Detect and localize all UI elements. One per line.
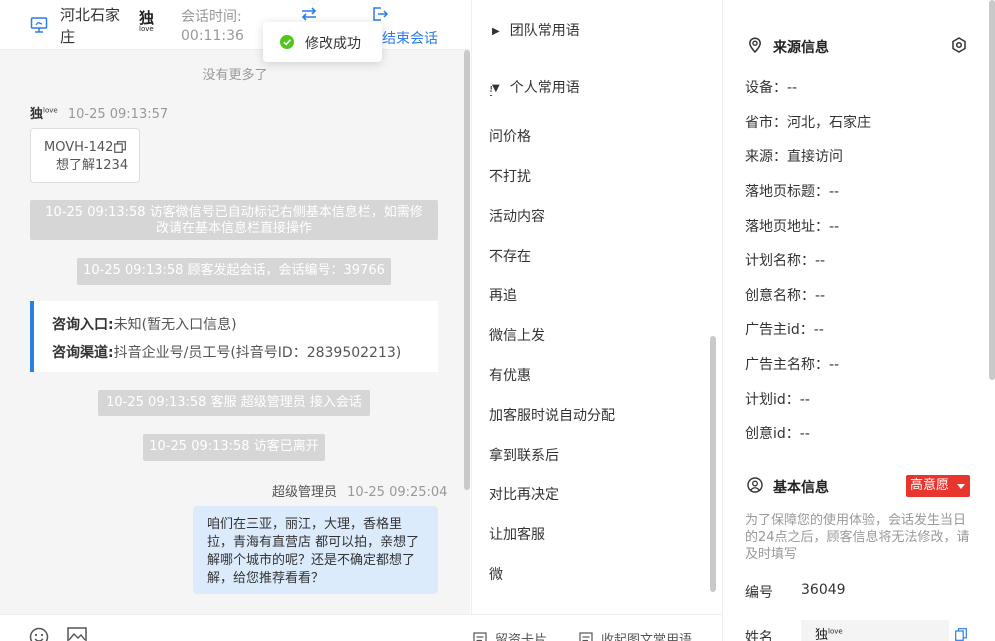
source-field-landing-url: 落地页地址：-- <box>745 219 840 235</box>
card-line-1: MOVH-142 <box>44 140 114 155</box>
session-time-value: 00:11:36 <box>181 28 244 44</box>
location-pin-icon <box>749 37 761 53</box>
phrase-item[interactable]: 对比再决定 <box>489 484 559 504</box>
transfer-icon[interactable] <box>300 6 318 22</box>
phrases-panel: ▶团队常用语 要电话 ▼个人常用语 问价格 不打扰 活动内容 不存在 再追 微信… <box>471 0 722 614</box>
phrase-item[interactable]: 拿到联系后 <box>489 445 559 465</box>
card-line-2: 想了解1234 <box>56 158 129 173</box>
lead-card-button[interactable]: 留资卡片 <box>473 629 547 641</box>
source-field-landing-title: 落地页标题：-- <box>745 184 840 200</box>
consult-entry-value: 未知(暂无入口信息) <box>113 317 237 333</box>
consult-channel-row: 咨询渠道:抖音企业号/员工号(抖音号ID：2839502213) <box>52 342 401 362</box>
intent-badge[interactable]: 高意愿 <box>906 475 970 497</box>
copy-icon[interactable] <box>114 141 126 153</box>
chat-header: 河北石家庄 独 love 会话时间: 00:11:36 结束会话 <box>0 0 470 50</box>
source-field-plan-name: 计划名称：-- <box>745 253 826 269</box>
image-icon[interactable] <box>67 627 87 641</box>
name-value-text: 独 <box>815 628 829 641</box>
consult-entry-label: 咨询入口: <box>52 317 114 333</box>
consult-channel-value: 抖音企业号/员工号(抖音号ID：2839502213) <box>113 345 402 361</box>
phrase-item[interactable]: 让加客服 <box>489 524 545 544</box>
edit-notice: 为了保障您的使用体验，会话发生当日的24点之后，顾客信息将无法修改，请及时填写 <box>745 513 970 562</box>
check-circle-icon <box>280 35 294 49</box>
source-field-source: 来源：直接访问 <box>745 149 843 165</box>
visitor-location: 河北石家庄 <box>60 6 121 46</box>
personal-phrases-label: 个人常用语 <box>509 80 580 96</box>
list-icon <box>579 632 593 641</box>
source-field-creative-id: 创意id：-- <box>745 426 810 442</box>
system-message: 10-25 09:13:58 客服 超级管理员 接入会话 <box>98 390 370 416</box>
toast-text: 修改成功 <box>305 36 361 52</box>
phrase-item[interactable]: 微信上发 <box>489 325 545 345</box>
phrase-item[interactable]: 再追 <box>489 285 517 305</box>
id-value: 36049 <box>801 582 846 598</box>
phrase-item[interactable]: 不打扰 <box>489 166 531 186</box>
caret-down-icon: ▼ <box>492 83 500 94</box>
collapse-phrases-button[interactable]: 收起图文常用语 <box>579 629 692 641</box>
chat-workspace: 河北石家庄 独 love 会话时间: 00:11:36 结束会话 修改成功 没有… <box>0 0 995 641</box>
copy-icon[interactable] <box>955 628 967 641</box>
name-label: 姓名 <box>745 630 773 641</box>
chat-toolbar: 留资卡片 收起图文常用语 <box>0 614 722 641</box>
system-message: 10-25 09:13:58 顾客发起会话，会话编号：39766 <box>77 258 391 285</box>
phrase-item[interactable]: 微 <box>489 564 503 584</box>
emoji-icon[interactable] <box>29 627 49 641</box>
phrase-item[interactable]: 活动内容 <box>489 206 545 226</box>
name-value-sup: love <box>828 627 843 636</box>
settings-icon[interactable] <box>951 37 967 53</box>
source-field-plan-id: 计划id：-- <box>745 392 810 408</box>
source-field-advertiser-name: 广告主名称：-- <box>745 357 840 373</box>
system-message: 10-25 09:13:58 访客微信号已自动标记右侧基本信息栏，如需修改请在基… <box>30 200 438 240</box>
phrase-item[interactable]: 有优惠 <box>489 365 531 385</box>
end-session-button[interactable]: 结束会话 <box>382 28 438 48</box>
agent-message-sender: 超级管理员 10-25 09:25:04 <box>272 481 447 500</box>
visitor-name-sup: love <box>139 25 154 33</box>
phrase-item[interactable]: 加客服时说自动分配 <box>489 405 615 425</box>
agent-message-time: 10-25 09:25:04 <box>347 485 448 500</box>
basic-info-title: 基本信息 <box>773 480 829 496</box>
source-info-title: 来源信息 <box>773 40 829 56</box>
caret-right-icon: ▶ <box>492 26 500 37</box>
visitor-sender-sup: love <box>43 106 58 115</box>
source-field-advertiser-id: 广告主id：-- <box>745 322 824 338</box>
monitor-icon <box>30 17 48 33</box>
card-icon <box>473 632 487 641</box>
consult-channel-label: 咨询渠道: <box>52 345 114 361</box>
id-label: 编号 <box>745 585 773 601</box>
visitor-name: 独 love <box>139 10 154 33</box>
source-field-region: 省市：河北，石家庄 <box>745 115 871 131</box>
product-card[interactable]: MOVH-142 想了解1234 <box>30 128 140 183</box>
collapse-phrases-label: 收起图文常用语 <box>601 633 693 641</box>
success-toast: 修改成功 <box>263 22 382 62</box>
visitor-message-time: 10-25 09:13:57 <box>67 107 169 122</box>
exit-icon[interactable] <box>372 6 388 22</box>
phrase-item[interactable]: 问价格 <box>489 126 531 146</box>
phrase-item[interactable]: 不存在 <box>489 246 531 266</box>
system-message: 10-25 09:13:58 访客已离开 <box>143 434 325 461</box>
name-value: 独love <box>815 624 843 641</box>
agent-message-bubble: 咱们在三亚，丽江，大理，香格里拉，青海有直营店 都可以拍，亲想了解哪个城市的呢？… <box>193 506 438 594</box>
name-field[interactable]: 独love <box>801 620 949 641</box>
caret-down-icon <box>957 484 965 489</box>
user-icon <box>747 477 763 493</box>
agent-sender-name: 超级管理员 <box>272 485 338 500</box>
team-phrases-label: 团队常用语 <box>509 23 580 39</box>
chat-scrollbar[interactable] <box>464 50 470 490</box>
session-time-label: 会话时间: <box>181 9 242 25</box>
chat-panel: 河北石家庄 独 love 会话时间: 00:11:36 结束会话 修改成功 没有… <box>0 0 470 641</box>
no-more-text: 没有更多了 <box>202 68 268 83</box>
phrases-scrollbar[interactable] <box>710 336 716 592</box>
visitor-sender-name: 独 <box>30 107 44 122</box>
consult-info-card: 咨询入口:未知(暂无入口信息) 咨询渠道:抖音企业号/员工号(抖音号ID：283… <box>30 301 438 372</box>
info-scrollbar[interactable] <box>989 0 995 380</box>
source-field-creative-name: 创意名称：-- <box>745 288 826 304</box>
visitor-info-panel: 来源信息 设备：-- 省市：河北，石家庄 来源：直接访问 落地页标题：-- 落地… <box>722 0 995 641</box>
intent-badge-label: 高意愿 <box>910 478 950 493</box>
personal-phrases-group[interactable]: ▼ 个人常用语 <box>492 77 692 97</box>
visitor-message-sender: 独love 10-25 09:13:57 <box>30 103 168 122</box>
source-field-device: 设备：-- <box>745 80 798 96</box>
lead-card-label: 留资卡片 <box>495 633 548 641</box>
team-phrases-group[interactable]: ▶ 团队常用语 <box>492 20 580 40</box>
consult-entry-row: 咨询入口:未知(暂无入口信息) <box>52 314 237 334</box>
